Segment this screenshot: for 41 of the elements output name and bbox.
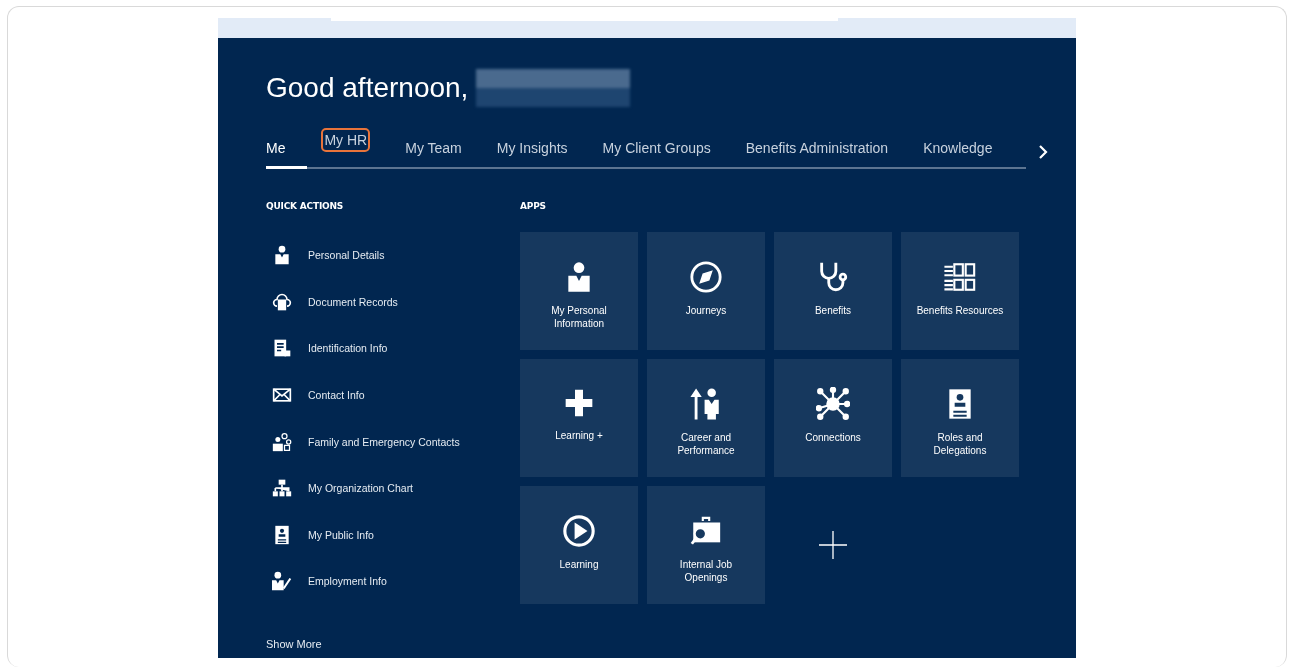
grid-icon <box>943 260 977 294</box>
nav-tab[interactable]: My Team <box>405 134 462 169</box>
nav-tab[interactable]: Me <box>266 134 308 169</box>
people-icon <box>272 431 292 452</box>
app-tile[interactable]: Benefits Resources <box>901 232 1019 350</box>
nav-tab[interactable]: My HR <box>321 128 371 152</box>
app-tile[interactable]: Career and Performance <box>647 359 765 477</box>
nav-tab[interactable]: Benefits Administration <box>745 134 889 169</box>
document-icon <box>272 338 292 359</box>
app-tile[interactable]: Learning + <box>520 359 638 477</box>
quick-action-link[interactable]: Family and Emergency Contacts <box>266 418 486 465</box>
compass-icon <box>689 260 723 294</box>
quick-action-link[interactable]: Employment Info <box>266 558 486 605</box>
show-more-link[interactable]: Show More <box>266 637 322 650</box>
app-tile[interactable]: Benefits <box>774 232 892 350</box>
section-heading: QUICK ACTIONS <box>266 201 345 211</box>
app-tile[interactable]: Learning <box>520 486 638 604</box>
quick-action-link[interactable]: Contact Info <box>266 371 486 419</box>
app-tile[interactable]: Connections <box>774 359 892 477</box>
nav-tab[interactable]: Knowledge <box>923 134 993 169</box>
person-icon <box>272 245 292 266</box>
app-tile[interactable]: Roles and Delegations <box>901 359 1019 477</box>
quick-action-link[interactable]: Document Records <box>266 278 486 326</box>
quick-action-link[interactable]: Identification Info <box>266 325 486 372</box>
play-icon <box>562 514 596 548</box>
app-tile[interactable]: Journeys <box>647 232 765 350</box>
quick-action-link[interactable]: Personal Details <box>266 232 486 279</box>
org-chart-icon <box>272 478 292 499</box>
network-icon <box>816 387 850 421</box>
person-pen-icon <box>272 571 292 592</box>
quick-action-link[interactable]: My Public Info <box>266 511 486 559</box>
nav-tab[interactable]: My Client Groups <box>602 134 711 169</box>
app-tile[interactable]: My Personal Information <box>520 232 638 350</box>
quick-action-link[interactable]: My Organization Chart <box>266 464 486 512</box>
badge-icon <box>272 524 292 545</box>
app-tile[interactable]: Internal Job Openings <box>647 486 765 604</box>
greeting: Good afternoon, <box>266 72 469 104</box>
cloud-document-icon <box>272 291 292 312</box>
nav-tab[interactable]: My Insights <box>496 134 568 169</box>
next-arrow-button[interactable] <box>1038 144 1048 159</box>
section-heading: APPS <box>520 201 547 211</box>
